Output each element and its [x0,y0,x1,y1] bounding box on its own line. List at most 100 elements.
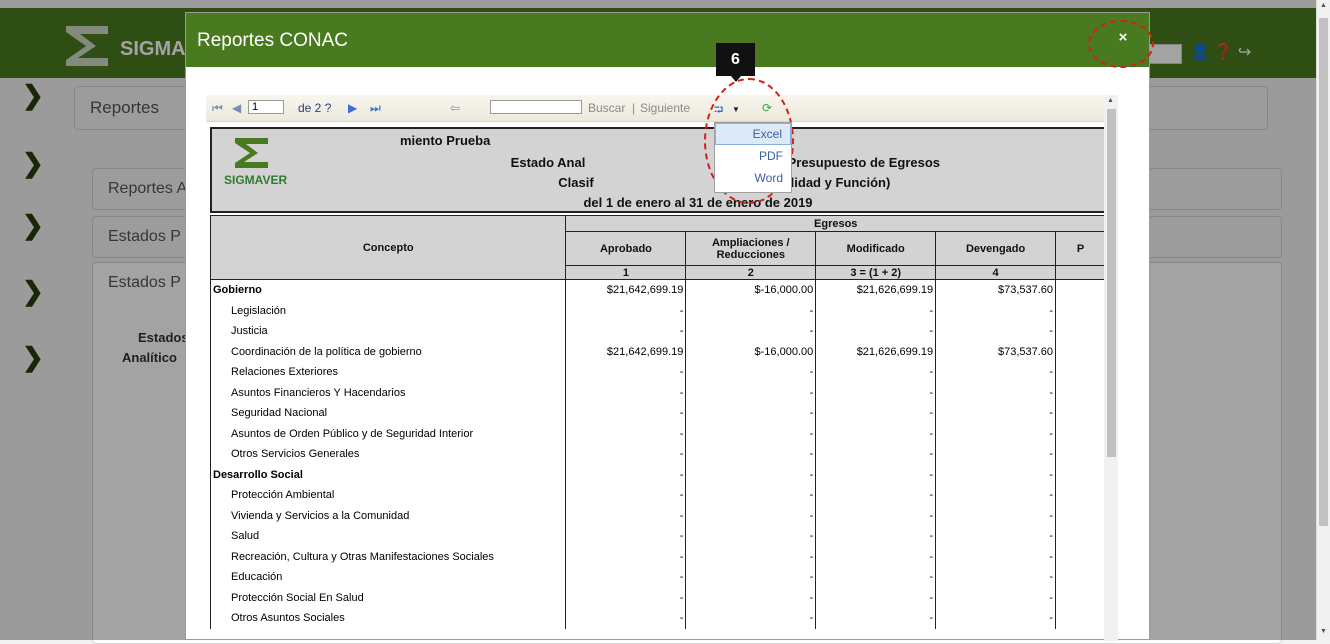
table-row: Educación - - - - [209,567,1106,588]
modal-scroll-thumb[interactable] [1107,109,1116,457]
report-table: Concepto Egresos Aprobado Ampliaciones /… [209,215,1106,629]
row-value: - [685,300,817,321]
header-col: Aprobado [565,231,687,266]
row-value: - [685,321,817,342]
page-scrollbar[interactable]: ▲ ▼ [1316,0,1330,640]
row-value [1056,526,1106,547]
row-value [1056,403,1106,424]
row-value: - [935,546,1057,567]
header-num [1055,265,1106,280]
next-link[interactable]: Siguiente [640,101,690,115]
header-col: P [1055,231,1106,266]
back-icon[interactable]: ⇦ [450,101,460,115]
row-value: - [935,403,1057,424]
row-value: - [935,505,1057,526]
table-row: Justicia - - - - [209,321,1106,342]
row-concept: Gobierno [209,279,567,301]
page-count: de 2 ? [298,101,332,115]
menu-item-pdf[interactable]: PDF [715,145,791,167]
row-concept: Otros Servicios Generales [209,444,567,465]
table-row: Protección Social En Salud - - - - [209,587,1106,608]
scroll-up-icon[interactable]: ▲ [1320,2,1327,9]
row-concept: Asuntos de Orden Público y de Seguridad … [209,423,567,444]
row-concept: Otros Asuntos Sociales [209,608,567,629]
row-value: - [935,526,1057,547]
row-value [1056,444,1106,465]
report-viewer: ⏮ ◀ de 2 ? ▶ ⏭ ⇦ Buscar | Siguiente ⮒ ▼ … [206,95,1106,641]
row-concept: Relaciones Exteriores [209,362,567,383]
toolbar-separator: | [632,101,636,115]
row-value: - [565,321,687,342]
scroll-down-icon[interactable]: ▼ [1320,628,1327,635]
row-value: - [935,567,1057,588]
row-value [1056,362,1106,383]
row-value [1056,485,1106,506]
row-value: - [685,505,817,526]
row-value: - [565,546,687,567]
step-callout: 6 [716,43,755,76]
report-toolbar: ⏮ ◀ de 2 ? ▶ ⏭ ⇦ Buscar | Siguiente ⮒ ▼ … [206,95,1106,122]
row-value: - [565,587,687,608]
row-value: - [565,567,687,588]
row-value: $21,642,699.19 [565,341,687,362]
row-value: - [685,382,817,403]
report-title-line: miento Prueba [400,133,491,148]
last-page-icon[interactable]: ⏭ [370,101,381,116]
row-value: - [685,464,817,485]
row-value: - [685,403,817,424]
row-concept: Protección Ambiental [209,485,567,506]
row-concept: Recreación, Cultura y Otras Manifestacio… [209,546,567,567]
first-page-icon[interactable]: ⏮ [212,101,223,116]
table-row: Recreación, Cultura y Otras Manifestacio… [209,546,1106,567]
table-row: Relaciones Exteriores - - - - [209,362,1106,383]
scroll-up-icon[interactable]: ▲ [1107,97,1114,104]
export-menu: Excel PDF Word [714,122,792,193]
row-value [1056,608,1106,629]
row-value: - [565,362,687,383]
table-row: Gobierno $21,642,699.19 $-16,000.00 $21,626… [209,279,1106,301]
row-concept: Justicia [209,321,567,342]
search-link[interactable]: Buscar [588,101,625,115]
modal-scrollbar[interactable]: ▲ [1104,95,1118,641]
row-concept: Salud [209,526,567,547]
row-value: - [815,300,937,321]
row-value: - [565,382,687,403]
row-value: - [815,382,937,403]
next-page-icon[interactable]: ▶ [348,101,357,115]
row-value: - [815,321,937,342]
row-value: - [565,300,687,321]
header-col: Devengado [935,231,1057,266]
row-concept: Protección Social En Salud [209,587,567,608]
row-value: - [685,423,817,444]
row-value: - [565,526,687,547]
row-value: - [815,587,937,608]
menu-item-excel[interactable]: Excel [715,123,791,145]
row-value: - [565,464,687,485]
table-row: Vivienda y Servicios a la Comunidad - - - - [209,505,1106,526]
page-number-input[interactable] [248,100,284,114]
row-value: - [565,403,687,424]
table-row: Asuntos de Orden Público y de Seguridad … [209,423,1106,444]
row-concept: Vivienda y Servicios a la Comunidad [209,505,567,526]
row-value: - [935,423,1057,444]
row-value: $-16,000.00 [685,341,817,362]
row-value: - [685,546,817,567]
row-value: - [815,485,937,506]
row-value: - [685,362,817,383]
header-num: 1 [565,265,687,280]
menu-item-word[interactable]: Word [715,167,791,189]
modal-header: Reportes CONAC × [186,13,1149,67]
report-title-line: del 1 de enero al 31 de enero de 2019 [583,195,813,210]
header-num: 4 [935,265,1057,280]
scroll-thumb[interactable] [1319,18,1328,526]
row-value [1056,280,1106,301]
row-value: - [685,608,817,629]
row-value: - [935,444,1057,465]
row-concept: Legislación [209,300,567,321]
row-value: - [815,464,937,485]
prev-page-icon[interactable]: ◀ [232,101,241,115]
row-value [1056,342,1106,363]
row-value: $21,642,699.19 [565,279,687,301]
reportes-modal: Reportes CONAC × 6 ⏮ ◀ de 2 ? ▶ ⏭ ⇦ Busc… [185,12,1154,641]
search-input[interactable] [490,100,582,114]
